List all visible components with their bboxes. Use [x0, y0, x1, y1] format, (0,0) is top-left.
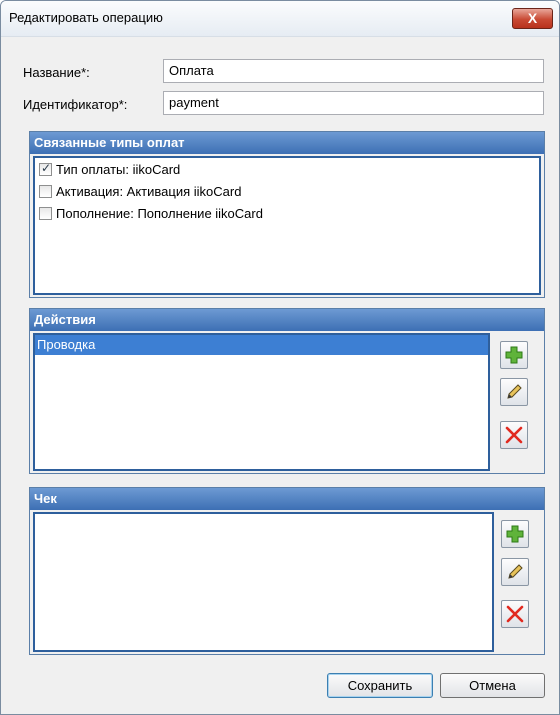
- name-label: Название*:: [23, 65, 90, 80]
- payment-type-item[interactable]: Тип оплаты: iikoCard: [35, 158, 539, 180]
- payment-types-header: Связанные типы оплат: [30, 132, 544, 154]
- red-x-icon: [505, 426, 523, 444]
- window-title: Редактировать операцию: [9, 10, 163, 25]
- receipt-list[interactable]: [33, 512, 494, 652]
- save-button[interactable]: Сохранить: [327, 673, 433, 698]
- plus-icon: [506, 525, 524, 543]
- pencil-icon: [508, 564, 523, 579]
- actions-group: Действия Проводка: [29, 308, 545, 474]
- add-receipt-button[interactable]: [501, 520, 529, 548]
- checkbox-icon[interactable]: [39, 206, 52, 220]
- edit-operation-dialog: Редактировать операцию X Название*: Опла…: [0, 0, 560, 715]
- payment-types-group: Связанные типы оплат Тип оплаты: iikoCar…: [29, 131, 545, 298]
- name-input[interactable]: Оплата: [163, 59, 544, 83]
- payment-type-label: Тип оплаты: iikoCard: [56, 161, 181, 177]
- edit-receipt-button[interactable]: [501, 558, 529, 586]
- payment-type-label: Пополнение: Пополнение iikoCard: [56, 205, 263, 221]
- actions-header: Действия: [30, 309, 544, 331]
- close-button[interactable]: X: [512, 8, 553, 29]
- payment-types-list[interactable]: Тип оплаты: iikoCard Активация: Активаци…: [33, 156, 541, 295]
- add-action-button[interactable]: [500, 341, 528, 369]
- list-item[interactable]: Проводка: [35, 335, 488, 355]
- identifier-input[interactable]: payment: [163, 91, 544, 115]
- delete-action-button[interactable]: [500, 421, 528, 449]
- title-bar: Редактировать операцию X: [1, 1, 559, 37]
- payment-type-item[interactable]: Активация: Активация iikoCard: [35, 180, 539, 202]
- identifier-label: Идентификатор*:: [23, 97, 128, 112]
- receipt-header: Чек: [30, 488, 544, 510]
- plus-icon: [505, 346, 523, 364]
- payment-type-label: Активация: Активация iikoCard: [56, 183, 242, 199]
- red-x-icon: [506, 605, 524, 623]
- receipt-group: Чек: [29, 487, 545, 655]
- cancel-button[interactable]: Отмена: [440, 673, 545, 698]
- checkbox-checked-icon[interactable]: [39, 161, 52, 176]
- actions-list[interactable]: Проводка: [33, 333, 490, 471]
- payment-type-item[interactable]: Пополнение: Пополнение iikoCard: [35, 202, 539, 224]
- edit-action-button[interactable]: [500, 378, 528, 406]
- delete-receipt-button[interactable]: [501, 600, 529, 628]
- pencil-icon: [507, 384, 522, 399]
- checkbox-icon[interactable]: [39, 184, 52, 198]
